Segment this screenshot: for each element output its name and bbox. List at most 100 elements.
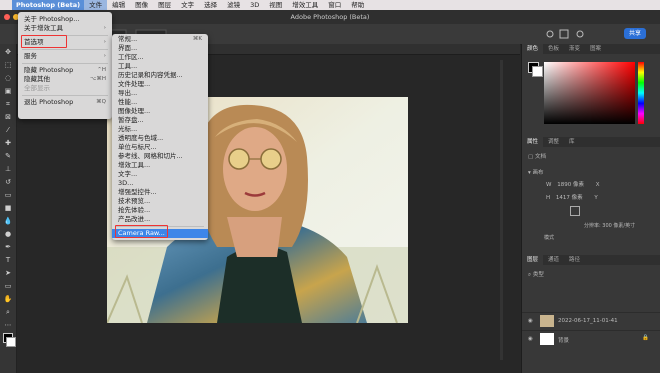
menu-help[interactable]: 帮助 xyxy=(346,0,369,10)
pref-item-export[interactable]: 导出... xyxy=(112,89,208,98)
pref-item-tech-previews[interactable]: 技术预览... xyxy=(112,197,208,206)
menu-edit[interactable]: 编辑 xyxy=(107,0,130,10)
pen-tool-icon[interactable]: ✒ xyxy=(3,242,13,252)
healing-tool-icon[interactable]: ✚ xyxy=(3,138,13,148)
layer-row[interactable]: ◉ 背景 🔒 xyxy=(522,330,660,349)
pref-item-general[interactable]: 常规... ⌘K xyxy=(112,35,208,44)
blur-tool-icon[interactable]: 💧 xyxy=(3,216,13,226)
path-select-tool-icon[interactable]: ➤ xyxy=(3,268,13,278)
orientation-icon[interactable] xyxy=(570,206,580,216)
menu-image[interactable]: 图像 xyxy=(130,0,153,10)
pref-item-type[interactable]: 文字... xyxy=(112,170,208,179)
menu-3d[interactable]: 3D xyxy=(245,0,264,10)
tab-paths[interactable]: 路径 xyxy=(564,255,585,265)
pref-item-workspace[interactable]: 工作区... xyxy=(112,53,208,62)
preferences-submenu: 常规... ⌘K 界面... 工作区... 工具... 历史记录和内容凭据... … xyxy=(112,34,208,240)
menu-window[interactable]: 窗口 xyxy=(323,0,346,10)
menu-file[interactable]: 文件 xyxy=(84,0,108,10)
pref-item-performance[interactable]: 性能... xyxy=(112,98,208,107)
layer-name[interactable]: 2022-06-17_11-01-41 xyxy=(558,318,618,324)
menu-item-hide-others[interactable]: 隐藏其他 ⌥⌘H xyxy=(18,75,112,84)
crop-tool-icon[interactable]: ⌗ xyxy=(3,99,13,109)
general-shortcut: ⌘K xyxy=(192,36,202,42)
pref-item-enhanced-controls[interactable]: 增强型控件... xyxy=(112,188,208,197)
history-brush-icon[interactable]: ↺ xyxy=(3,177,13,187)
more-tools-icon[interactable]: ⋯ xyxy=(3,320,13,330)
layer-row[interactable]: ◉ 2022-06-17_11-01-41 xyxy=(522,312,660,331)
preferences-highlight-box xyxy=(21,35,67,48)
layer-name[interactable]: 背景 xyxy=(558,336,569,344)
menu-item-about-plugins[interactable]: 关于增效工具 › xyxy=(18,24,112,33)
x-label: X xyxy=(595,182,600,188)
menu-plugins[interactable]: 增效工具 xyxy=(287,0,323,10)
brush-tool-icon[interactable]: ✎ xyxy=(3,151,13,161)
pref-item-cursors[interactable]: 光标... xyxy=(112,125,208,134)
panel-background-swatch[interactable] xyxy=(532,66,543,77)
tab-channels[interactable]: 通道 xyxy=(543,255,564,265)
object-select-tool-icon[interactable]: ▣ xyxy=(3,86,13,96)
tab-gradients[interactable]: 渐变 xyxy=(564,44,585,54)
menu-separator xyxy=(22,95,108,96)
color-swatches[interactable] xyxy=(0,333,16,351)
eyedropper-tool-icon[interactable]: ⁄ xyxy=(3,125,13,135)
pref-item-image-processing[interactable]: 图像处理... xyxy=(112,107,208,116)
menu-item-quit[interactable]: 退出 Photoshop ⌘Q xyxy=(18,98,112,107)
tab-libraries[interactable]: 库 xyxy=(564,137,580,147)
pref-item-product-improvement[interactable]: 产品改进... xyxy=(112,215,208,224)
eye-icon[interactable]: ◉ xyxy=(528,336,533,342)
canvas-scrollbar[interactable] xyxy=(500,60,503,360)
menu-view[interactable]: 视图 xyxy=(264,0,287,10)
gradient-tool-icon[interactable]: ■ xyxy=(3,203,13,213)
tab-swatches[interactable]: 色板 xyxy=(543,44,564,54)
stamp-tool-icon[interactable]: ⊥ xyxy=(3,164,13,174)
tab-color[interactable]: 颜色 xyxy=(522,44,544,54)
lasso-tool-icon[interactable]: ◌ xyxy=(3,73,13,83)
pref-item-units[interactable]: 单位与标尺... xyxy=(112,143,208,152)
height-value[interactable]: 1417 像素 xyxy=(556,195,583,201)
menu-type[interactable]: 文字 xyxy=(176,0,199,10)
menu-select[interactable]: 选择 xyxy=(199,0,222,10)
dodge-tool-icon[interactable]: ● xyxy=(3,229,13,239)
quit-shortcut: ⌘Q xyxy=(96,99,106,105)
menu-item-hide[interactable]: 隐藏 Photoshop ⌃H xyxy=(18,66,112,75)
pref-item-guides[interactable]: 参考线、网格和切片... xyxy=(112,152,208,161)
menu-filter[interactable]: 滤镜 xyxy=(222,0,245,10)
color-picker-field[interactable] xyxy=(544,62,635,124)
marquee-tool-icon[interactable]: ⬚ xyxy=(3,60,13,70)
menu-app[interactable]: Photoshop (Beta) xyxy=(12,0,85,10)
tab-layers[interactable]: 图层 xyxy=(522,255,544,265)
menu-layer[interactable]: 图层 xyxy=(153,0,176,10)
pref-item-transparency[interactable]: 透明度与色域... xyxy=(112,134,208,143)
tab-patterns[interactable]: 图案 xyxy=(585,44,606,54)
pref-item-3d[interactable]: 3D... xyxy=(112,179,208,188)
eraser-tool-icon[interactable]: ▭ xyxy=(3,190,13,200)
pref-item-scratch-disks[interactable]: 暂存盘... xyxy=(112,116,208,125)
move-tool-icon[interactable]: ✥ xyxy=(3,47,13,57)
eye-icon[interactable]: ◉ xyxy=(528,318,533,324)
tab-properties[interactable]: 属性 xyxy=(522,137,544,147)
pref-item-history[interactable]: 历史记录和内容凭据... xyxy=(112,71,208,80)
tab-adjustments[interactable]: 调整 xyxy=(543,137,564,147)
pref-item-tools[interactable]: 工具... xyxy=(112,62,208,71)
frame-tool-icon[interactable]: ⊠ xyxy=(3,112,13,122)
pref-item-early-access[interactable]: 抢先体验... xyxy=(112,206,208,215)
height-label: H xyxy=(546,195,551,201)
pref-item-interface[interactable]: 界面... xyxy=(112,44,208,53)
chevron-down-icon[interactable]: ▾ xyxy=(528,170,531,176)
hand-tool-icon[interactable]: ✋ xyxy=(3,294,13,304)
width-value[interactable]: 1890 像素 xyxy=(557,182,584,188)
hue-slider[interactable] xyxy=(638,62,644,124)
menu-item-about[interactable]: 关于 Photoshop... xyxy=(18,15,112,24)
layer-filter-kind[interactable]: ⌕ 类型 xyxy=(528,270,544,279)
zoom-tool-icon[interactable]: ⌕ xyxy=(3,307,13,317)
menu-item-services[interactable]: 服务 › xyxy=(18,52,112,61)
shape-tool-icon[interactable]: ▭ xyxy=(3,281,13,291)
share-button[interactable]: 共享 xyxy=(624,28,646,39)
pref-item-file-handling[interactable]: 文件处理... xyxy=(112,80,208,89)
chevron-right-icon: › xyxy=(103,25,106,31)
background-color-swatch[interactable] xyxy=(6,337,16,347)
y-label: Y xyxy=(594,195,598,201)
type-tool-icon[interactable]: T xyxy=(3,255,13,265)
pref-item-plugins[interactable]: 增效工具... xyxy=(112,161,208,170)
layers-panel-tabs: 图层 通道 路径 xyxy=(522,255,660,265)
